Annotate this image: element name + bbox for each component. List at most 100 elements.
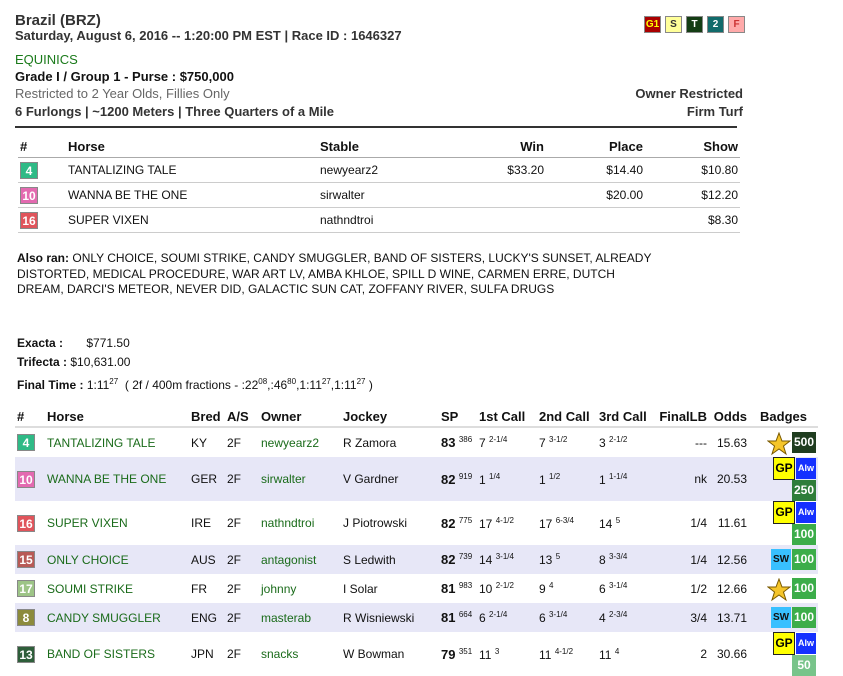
field-horse[interactable]: SOUMI STRIKE <box>45 574 189 603</box>
results-win <box>442 207 546 233</box>
call-margin: 1/4 <box>489 471 501 481</box>
results-horse[interactable]: SUPER VIXEN <box>66 207 318 233</box>
field-sp: 81 983 <box>439 574 477 603</box>
saddle-cloth-number: 16 <box>17 514 35 532</box>
call-margin: 3-1/4 <box>549 610 568 619</box>
call-margin: 2-1/2 <box>495 581 514 590</box>
results-stable[interactable]: sirwalter <box>318 182 442 208</box>
call-position: 11 <box>599 647 612 662</box>
exacta-row: Exacta : $771.50 <box>17 336 130 350</box>
race-badge-f: F <box>728 16 745 33</box>
sp-decimal: 983 <box>458 581 473 590</box>
sp-value: 82 <box>441 515 456 531</box>
field-c1: 1 1/4 <box>477 457 537 501</box>
sp-value: 83 <box>441 435 456 450</box>
field-c3: 3 2-1/2 <box>597 427 657 457</box>
field-num-cell: 17 <box>15 574 45 603</box>
final-time-hundredths: 27 <box>109 377 119 386</box>
results-row: 16 SUPER VIXEN nathndtroi $8.30 <box>18 207 740 233</box>
field-horse[interactable]: CANDY SMUGGLER <box>45 603 189 632</box>
brand-label: EQUINICS <box>15 52 78 67</box>
field-col-call3: 3rd Call <box>597 407 657 428</box>
field-col-call2: 2nd Call <box>537 407 597 428</box>
field-horse[interactable]: TANTALIZING TALE <box>45 427 189 457</box>
race-restriction: Restricted to 2 Year Olds, Fillies Only <box>15 86 230 101</box>
call-position: 6 <box>479 611 486 625</box>
field-owner[interactable]: masterab <box>259 603 341 632</box>
results-stable[interactable]: nathndtroi <box>318 207 442 233</box>
also-ran-label: Also ran: <box>17 251 70 265</box>
field-c3: 8 3-3/4 <box>597 545 657 574</box>
call-margin: 2-1/4 <box>489 610 508 619</box>
call-margin: 3 <box>494 646 500 656</box>
field-owner[interactable]: nathndtroi <box>259 501 341 545</box>
field-horse[interactable]: ONLY CHOICE <box>45 545 189 574</box>
field-jockey: W Bowman <box>343 647 405 661</box>
results-num-cell: 16 <box>18 207 66 233</box>
exacta-label: Exacta : <box>17 336 64 350</box>
field-owner[interactable]: johnny <box>259 574 341 603</box>
sp-value: 82 <box>441 471 456 487</box>
sp-decimal: 386 <box>458 435 473 444</box>
fraction-4: ,1:11 <box>330 378 357 392</box>
field-col-badges: Badges <box>749 407 818 428</box>
header-divider <box>15 126 737 128</box>
call-margin: 4 <box>549 581 554 590</box>
field-horse[interactable]: SUPER VIXEN <box>45 501 189 545</box>
sp-value: 81 <box>441 581 456 596</box>
field-c1: 6 2-1/4 <box>477 603 537 632</box>
field-finallb: 1/4 <box>690 516 707 530</box>
results-place: $14.40 <box>546 157 645 183</box>
field-horse[interactable]: BAND OF SISTERS <box>45 632 189 676</box>
field-sp: 79 351 <box>439 632 477 676</box>
call-position: 10 <box>479 582 493 596</box>
sp-decimal: 664 <box>458 610 473 619</box>
results-stable[interactable]: newyearz2 <box>318 157 442 183</box>
results-horse[interactable]: WANNA BE THE ONE <box>66 182 318 208</box>
trifecta-label: Trifecta : <box>17 355 68 369</box>
field-num-cell: 15 <box>15 545 45 574</box>
call-position: 7 <box>539 436 546 450</box>
field-sp: 82 739 <box>439 545 477 574</box>
results-place <box>546 207 645 233</box>
field-owner[interactable]: antagonist <box>259 545 341 574</box>
race-badge-g1: G1 <box>644 16 661 33</box>
field-row: 10 WANNA BE THE ONE GER 2F sirwalter V Gardne… <box>15 457 818 501</box>
saddle-cloth-number: 15 <box>17 551 35 568</box>
results-col-show: Show <box>645 136 740 158</box>
field-owner[interactable]: snacks <box>259 632 341 676</box>
field-row: 17 SOUMI STRIKE FR 2F johnny I Solar 81 983 10 … <box>15 574 818 603</box>
field-num-cell: 16 <box>15 501 45 545</box>
field-badges: GP Alw250 <box>749 457 818 501</box>
field-c2: 6 3-1/4 <box>537 603 597 632</box>
final-time-label: Final Time : <box>17 378 84 392</box>
field-col-finallb: FinalLB <box>657 407 709 428</box>
results-horse[interactable]: TANTALIZING TALE <box>66 157 318 183</box>
field-c2: 1 1/2 <box>537 457 597 501</box>
results-col-stable: Stable <box>318 136 442 158</box>
call-margin: 1-1/4 <box>609 471 628 481</box>
field-bred: AUS <box>189 545 225 574</box>
call-position: 13 <box>539 553 553 567</box>
field-sp: 81 664 <box>439 603 477 632</box>
field-c3: 14 5 <box>597 501 657 545</box>
field-num-cell: 8 <box>15 603 45 632</box>
call-position: 8 <box>599 553 606 567</box>
gp-badge: GP <box>773 457 795 480</box>
also-ran-list: ONLY CHOICE, SOUMI STRIKE, CANDY SMUGGLE… <box>17 251 652 296</box>
fraction-4-sup: 27 <box>356 377 366 386</box>
field-sp: 83 386 <box>439 427 477 457</box>
field-c3: 1 1-1/4 <box>597 457 657 501</box>
call-position: 14 <box>599 516 613 531</box>
field-row: 8 CANDY SMUGGLER ENG 2F masterab R Wisniewski… <box>15 603 818 632</box>
field-horse[interactable]: WANNA BE THE ONE <box>45 457 189 501</box>
fractions-suffix: ) <box>368 378 373 392</box>
field-badges: 100 <box>749 574 818 603</box>
call-position: 6 <box>539 611 546 625</box>
field-owner[interactable]: sirwalter <box>259 457 341 501</box>
sw-badge: SW <box>771 549 791 570</box>
field-c2: 11 4-1/2 <box>537 632 597 676</box>
field-odds: 12.66 <box>716 581 747 596</box>
field-owner[interactable]: newyearz2 <box>259 427 341 457</box>
field-sp: 82 919 <box>439 457 477 501</box>
